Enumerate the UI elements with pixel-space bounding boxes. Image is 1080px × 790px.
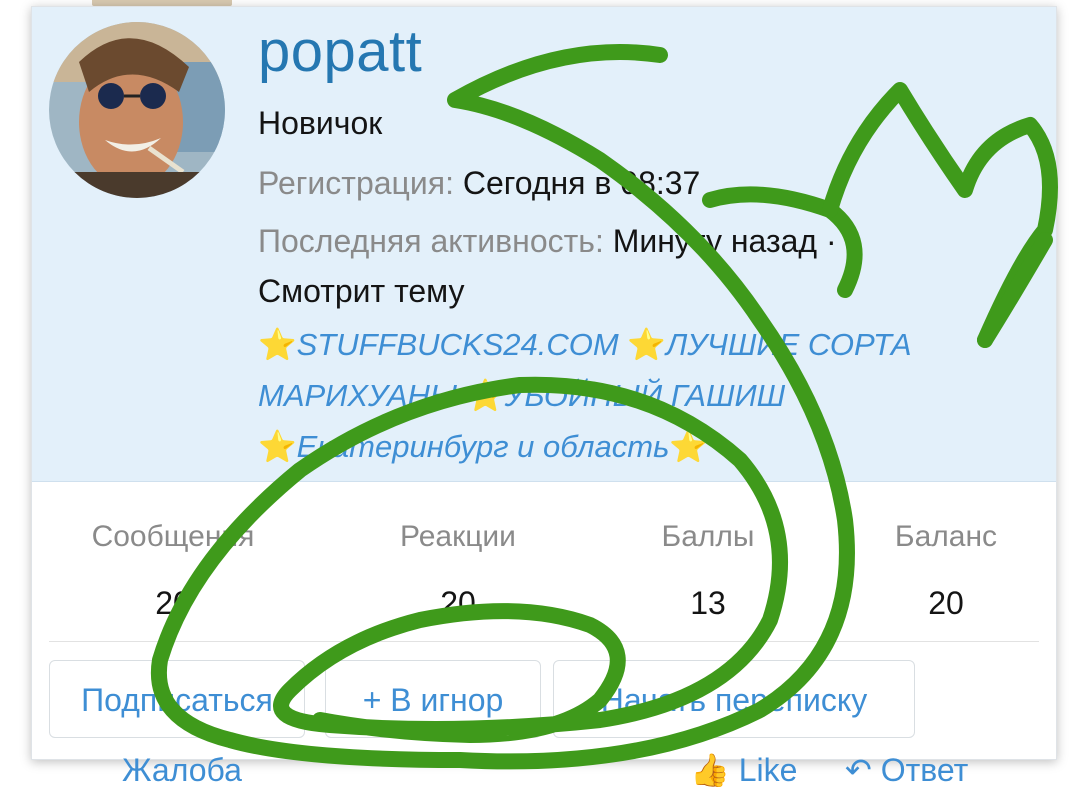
stat-points[interactable]: Баллы 13 xyxy=(608,517,808,623)
thumbs-up-icon: 👍 xyxy=(690,752,730,788)
star-icon: ⭐ xyxy=(258,429,297,464)
reply-arrow-icon: ↶ xyxy=(845,752,872,788)
thread-title-part: УБОЙНЫЙ ГАШИШ xyxy=(504,378,786,413)
ignore-button[interactable]: + В игнор xyxy=(325,660,541,738)
divider xyxy=(49,641,1039,642)
stat-reactions[interactable]: Реакции 20 xyxy=(358,517,558,623)
reply-label: Ответ xyxy=(880,752,969,788)
registration-label: Регистрация: xyxy=(258,165,454,201)
stat-label: Реакции xyxy=(400,520,516,553)
member-header: popatt Новичок Регистрация: Сегодня в 08… xyxy=(32,7,1056,482)
star-icon: ⭐ xyxy=(669,429,708,464)
registration-row: Регистрация: Сегодня в 08:37 xyxy=(258,163,700,203)
reply-link[interactable]: ↶ Ответ xyxy=(845,750,968,790)
thread-title-part: Екатеринбург и область xyxy=(296,429,670,464)
viewing-thread-link[interactable]: ⭐STUFFBUCKS24.COM ⭐ЛУЧШИЕ СОРТА МАРИХУАН… xyxy=(258,319,978,472)
stat-balance[interactable]: Баланс 20 xyxy=(846,517,1046,623)
last-activity-row: Последняя активность: Минуту назад · xyxy=(258,221,837,261)
member-stats: Сообщения 20 Реакции 20 Баллы 13 Баланс … xyxy=(32,517,1056,637)
stat-value: 20 xyxy=(440,585,476,621)
stat-label: Сообщения xyxy=(91,520,255,553)
avatar[interactable] xyxy=(49,22,225,198)
follow-button[interactable]: Подписаться xyxy=(49,660,305,738)
star-icon: ⭐ xyxy=(258,327,297,362)
viewing-thread-label: Смотрит тему xyxy=(258,273,465,309)
stat-value: 20 xyxy=(155,585,191,621)
stat-value: 13 xyxy=(690,585,726,621)
stat-label: Баллы xyxy=(661,520,755,553)
last-activity-label: Последняя активность: xyxy=(258,223,604,259)
stat-value: 20 xyxy=(928,585,964,621)
thread-title-part: STUFFBUCKS24.COM xyxy=(296,327,619,362)
start-conversation-button[interactable]: Начать переписку xyxy=(553,660,915,738)
like-link[interactable]: 👍 Like xyxy=(690,750,797,790)
stat-messages[interactable]: Сообщения 20 xyxy=(73,517,273,623)
like-label: Like xyxy=(738,752,798,788)
user-title: Новичок xyxy=(258,105,383,141)
star-icon: ⭐ xyxy=(465,378,505,413)
star-icon: ⭐ xyxy=(627,327,666,362)
stat-label: Баланс xyxy=(894,520,998,553)
report-link[interactable]: Жалоба xyxy=(122,750,242,790)
last-activity-value: Минуту назад · xyxy=(612,223,837,259)
username[interactable]: popatt xyxy=(258,17,422,87)
member-tooltip-card: popatt Новичок Регистрация: Сегодня в 08… xyxy=(31,6,1057,760)
registration-value: Сегодня в 08:37 xyxy=(462,165,701,201)
